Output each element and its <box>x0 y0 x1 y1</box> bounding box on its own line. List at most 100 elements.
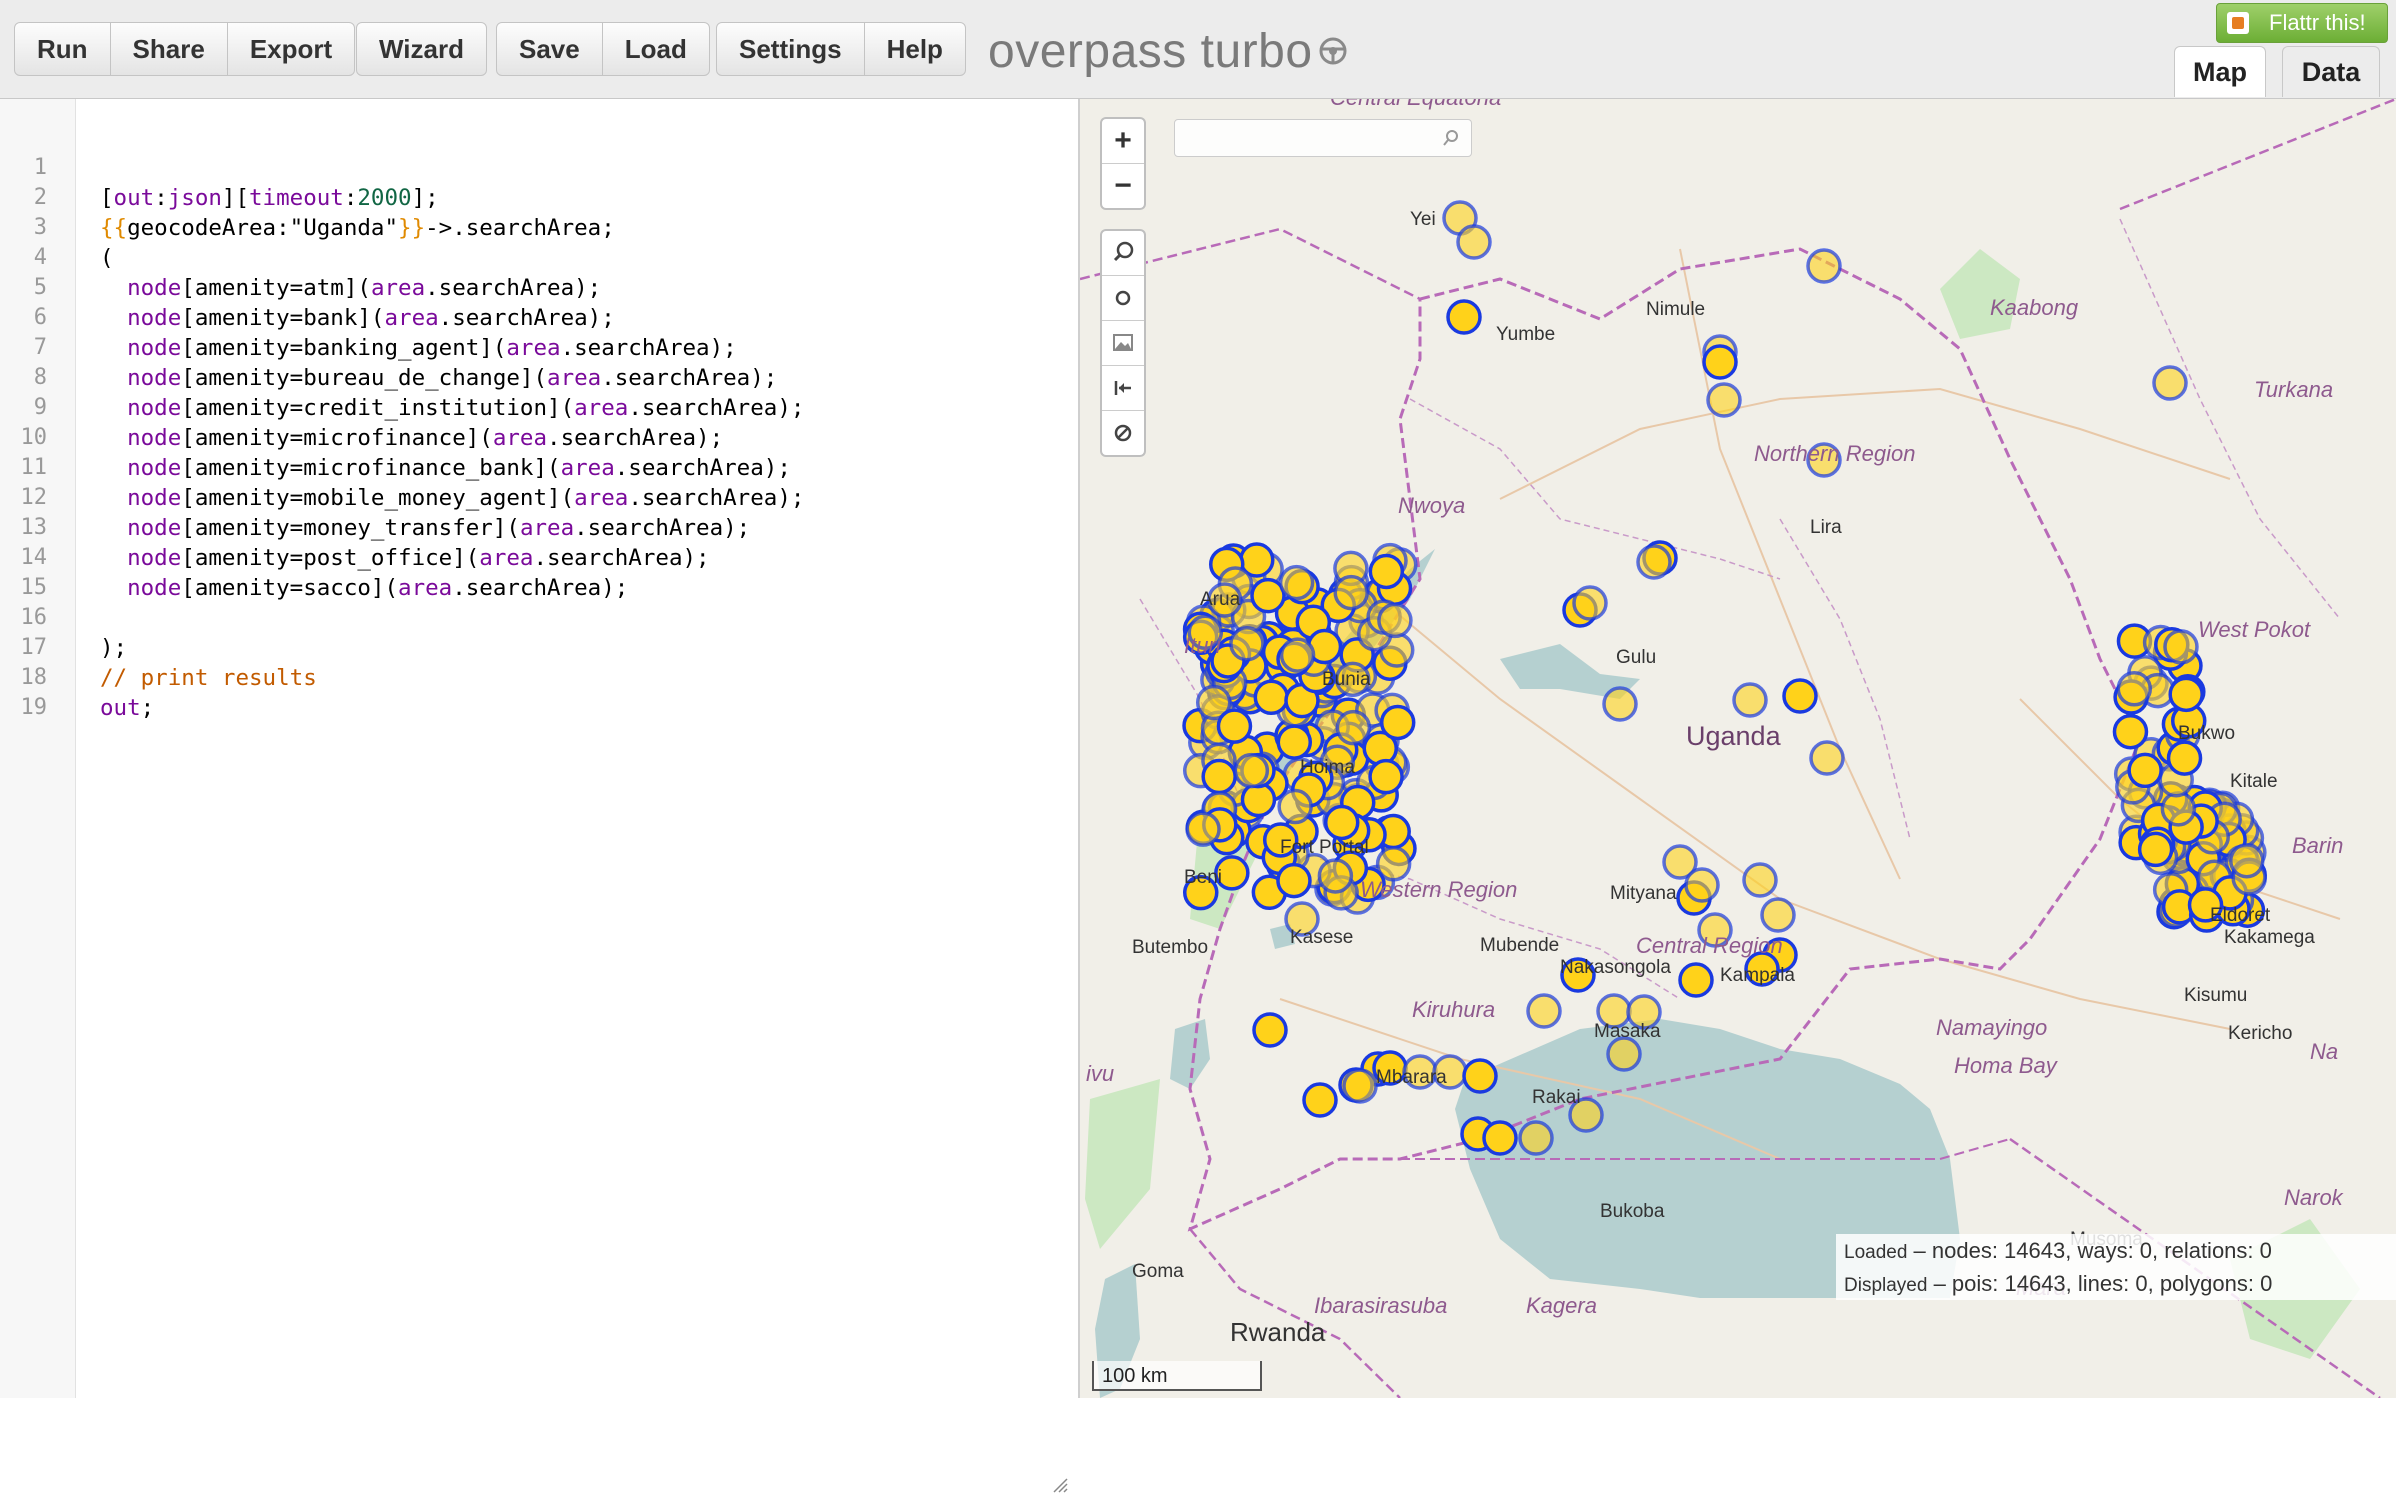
map-view[interactable]: Uganda Northern Region Western Region Cent… <box>1080 99 2396 1398</box>
wizard-button[interactable]: Wizard <box>357 23 486 75</box>
help-button[interactable]: Help <box>865 23 965 75</box>
export-button[interactable]: Export <box>228 23 354 75</box>
code-editor[interactable]: 1 2 3 4 5 6 7 8 9 10 11 12 13 14 15 16 17 18 19 [out:json]… <box>0 99 1080 1493</box>
place-label: Nimule <box>1646 299 1706 320</box>
poi-marker <box>1253 679 1290 716</box>
line-number-gutter: 1 2 3 4 5 6 7 8 9 10 11 12 13 14 15 16 17 18 19 <box>0 99 76 1398</box>
region-label: Turkana <box>2254 377 2334 402</box>
zoom-to-data-button[interactable] <box>1102 231 1144 276</box>
place-label: Kitale <box>2230 771 2278 792</box>
poi-marker <box>1279 637 1316 673</box>
run-share-export-group: Run Share Export <box>14 22 356 76</box>
place-label: Kisumu <box>2184 985 2248 1006</box>
line-number: 10 <box>20 425 48 450</box>
line-number: 12 <box>20 485 48 510</box>
zoom-in-button[interactable]: + <box>1102 119 1144 164</box>
poi-marker <box>1684 867 1720 903</box>
poi-marker <box>1216 708 1253 744</box>
steering-wheel-icon <box>1319 37 1347 65</box>
code-line[interactable]: {{geocodeArea:"Uganda"}}->.searchArea; <box>100 215 615 241</box>
map-search-input[interactable] <box>1174 119 1472 157</box>
code-line[interactable]: node[amenity=banking_agent](area.searchA… <box>100 335 737 361</box>
place-label: Hoima <box>1300 757 1355 778</box>
code-line[interactable]: node[amenity=mobile_money_agent](area.se… <box>100 485 804 511</box>
code-line[interactable]: ); <box>100 635 127 661</box>
line-number: 14 <box>20 545 48 570</box>
tab-data[interactable]: Data <box>2282 46 2380 97</box>
poi-marker <box>1368 758 1404 795</box>
code-line[interactable]: // print results <box>100 665 317 691</box>
poi-marker <box>1323 804 1360 841</box>
code-line[interactable]: node[amenity=microfinance](area.searchAr… <box>100 425 723 451</box>
settings-button[interactable]: Settings <box>717 23 865 75</box>
poi-marker <box>1201 758 1237 795</box>
save-button[interactable]: Save <box>497 23 603 75</box>
poi-marker <box>1732 682 1768 718</box>
poi-marker <box>1602 686 1638 722</box>
line-number: 16 <box>20 605 48 630</box>
poi-marker <box>2229 842 2265 879</box>
line-number: 2 <box>33 185 47 210</box>
poi-marker <box>2127 752 2163 789</box>
tab-map[interactable]: Map <box>2174 46 2266 97</box>
code-line[interactable]: [out:json][timeout:2000]; <box>100 185 439 211</box>
locate-me-button[interactable] <box>1102 276 1144 321</box>
poi-marker <box>2152 365 2188 401</box>
line-number: 17 <box>20 635 48 660</box>
poi-marker <box>1333 574 1369 611</box>
resize-handle-icon[interactable] <box>1052 1477 1068 1493</box>
region-label: Barin <box>2292 833 2344 858</box>
place-label: Yei <box>1410 209 1436 230</box>
code-line[interactable]: node[amenity=credit_institution](area.se… <box>100 395 804 421</box>
poi-marker <box>1806 248 1842 284</box>
zoom-out-button[interactable]: − <box>1102 164 1144 208</box>
place-label: Gulu <box>1616 647 1657 668</box>
code-line[interactable]: ( <box>100 245 114 271</box>
hide-data-button[interactable] <box>1102 411 1144 455</box>
code-line[interactable]: node[amenity=bureau_de_change](area.sear… <box>100 365 777 391</box>
region-label: Ibarasirasuba <box>1314 1293 1448 1318</box>
place-label: Kakamega <box>2224 927 2315 948</box>
code-line[interactable]: out; <box>100 695 154 721</box>
code-line[interactable]: node[amenity=sacco](area.searchArea); <box>100 575 628 601</box>
map-tools-control <box>1100 229 1146 457</box>
flattr-button[interactable]: Flattr this! <box>2216 3 2388 43</box>
run-button[interactable]: Run <box>15 23 111 75</box>
place-label: Lira <box>1810 517 1842 538</box>
app-title: overpass turbo <box>988 25 1313 78</box>
place-label: Beni <box>1184 867 1223 888</box>
fullscreen-toggle-button[interactable] <box>1102 366 1144 411</box>
place-label: Mubende <box>1480 935 1560 956</box>
place-label: Rwanda <box>1230 1317 1326 1347</box>
poi-marker <box>1456 224 1492 260</box>
poi-marker <box>1335 709 1372 746</box>
load-button[interactable]: Load <box>603 23 709 75</box>
circle-icon <box>1115 290 1131 306</box>
region-label: Na <box>2310 1039 2339 1064</box>
line-number: 6 <box>33 305 47 330</box>
code-line[interactable]: node[amenity=microfinance_bank](area.sea… <box>100 455 791 481</box>
poi-marker <box>2116 671 2153 707</box>
place-label: Masaka <box>1594 1021 1661 1042</box>
region-label: Ituri <box>1184 633 1221 658</box>
magnifier-icon <box>1113 241 1134 262</box>
place-label: Butembo <box>1132 937 1209 958</box>
place-label: Goma <box>1132 1261 1184 1282</box>
share-button[interactable]: Share <box>111 23 228 75</box>
line-number: 7 <box>33 335 47 360</box>
poi-marker <box>1782 678 1818 714</box>
search-icon[interactable] <box>1441 128 1461 148</box>
place-label: Rakai <box>1532 1087 1581 1108</box>
code-line[interactable]: node[amenity=post_office](area.searchAre… <box>100 545 710 571</box>
place-label: Yumbe <box>1496 324 1556 345</box>
export-image-button[interactable] <box>1102 321 1144 366</box>
code-line[interactable]: node[amenity=atm](area.searchArea); <box>100 275 601 301</box>
line-number: 1 <box>33 155 47 180</box>
code-line[interactable]: node[amenity=bank](area.searchArea); <box>100 305 615 331</box>
poi-marker <box>1302 1082 1338 1118</box>
code-line[interactable]: node[amenity=money_transfer](area.search… <box>100 515 750 541</box>
region-label: Nwoya <box>1398 493 1466 518</box>
stats-box: Loaded – nodes: 14643, ways: 0, relation… <box>1836 1234 2396 1300</box>
poi-marker <box>1252 1012 1288 1048</box>
line-number: 8 <box>33 365 47 390</box>
